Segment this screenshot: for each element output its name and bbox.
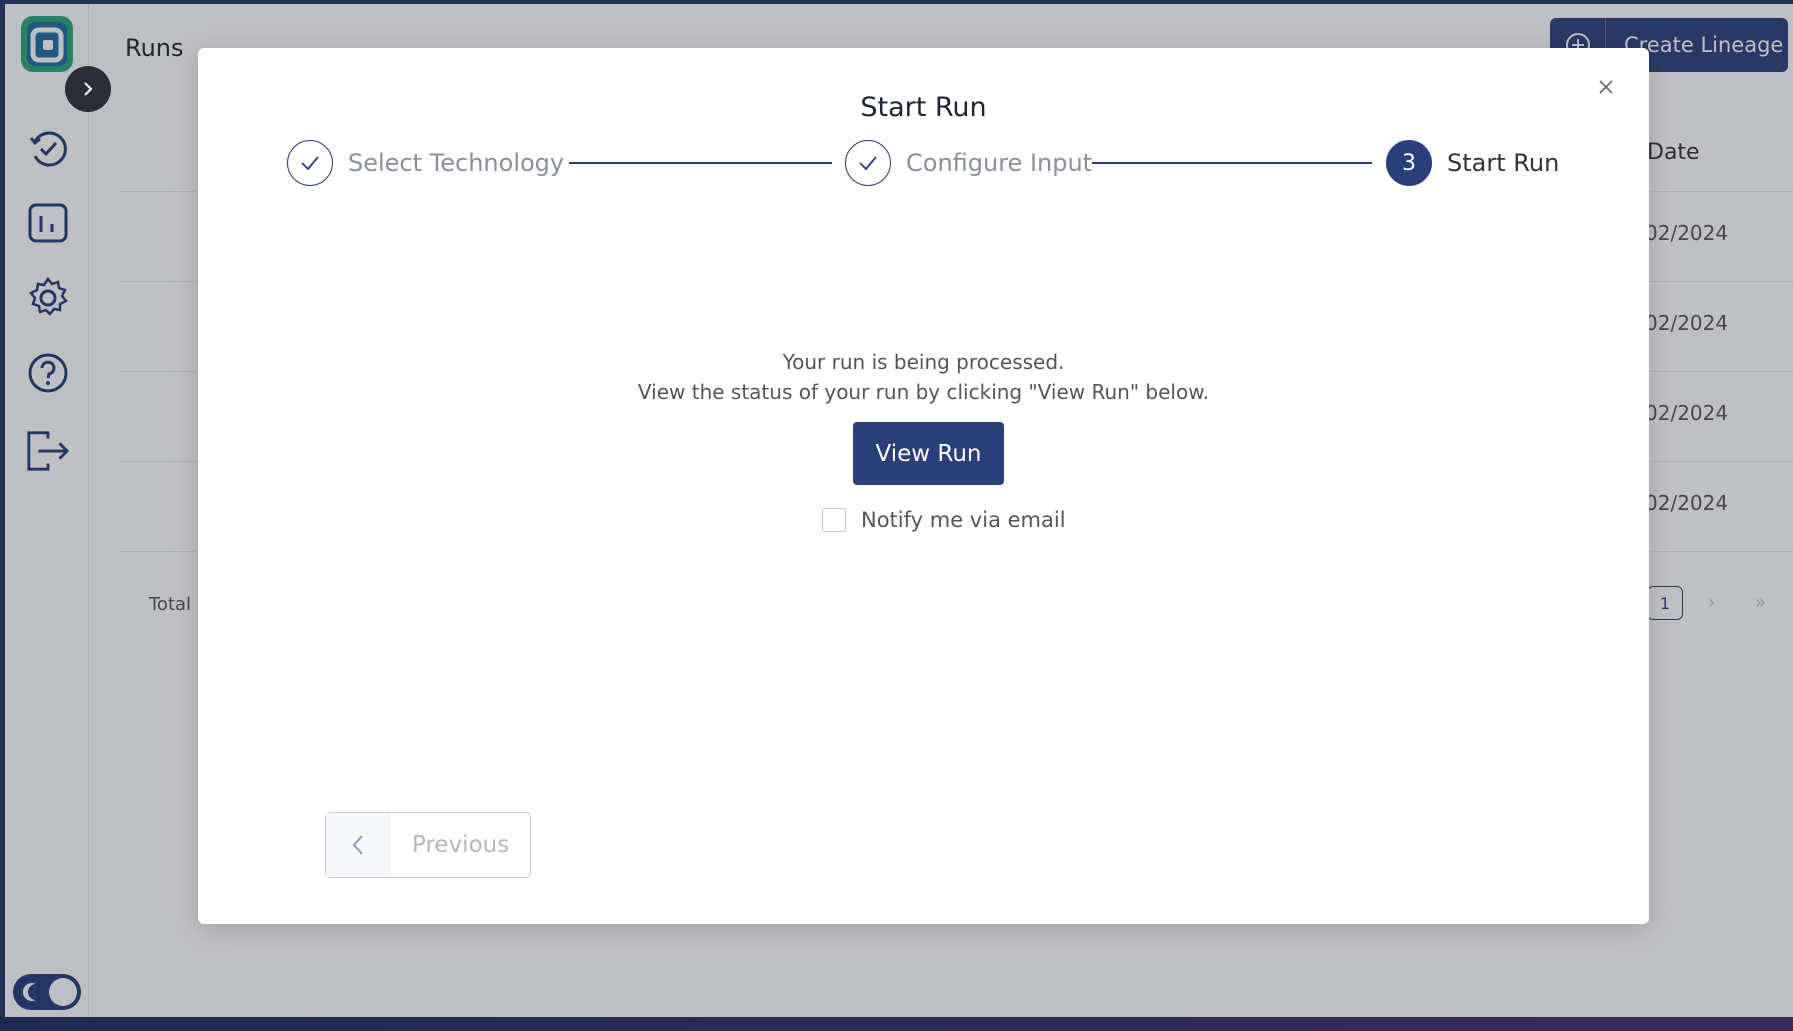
step-number: 3 <box>1386 140 1432 186</box>
modal-title: Start Run <box>860 92 987 123</box>
processing-message: Your run is being processed. <box>782 350 1065 374</box>
view-run-button[interactable]: View Run <box>853 422 1004 485</box>
chevron-left-icon <box>326 813 390 877</box>
chevron-right-icon <box>84 82 93 96</box>
expand-sidebar-button[interactable] <box>65 66 111 112</box>
step-label: Start Run <box>1447 149 1560 177</box>
step-start-run: 3 Start Run <box>1386 140 1559 186</box>
step-label: Select Technology <box>348 149 565 177</box>
step-configure-input: Configure Input <box>845 140 1092 186</box>
step-complete-check-icon <box>287 140 333 186</box>
app-window: Runs Create Lineage Date 02/2024 02/2024… <box>5 4 1793 1017</box>
notify-email-label[interactable]: Notify me via email <box>861 508 1066 532</box>
start-run-modal: Start Run Select Technology Configure In… <box>198 48 1649 924</box>
step-connector <box>1092 162 1372 164</box>
step-complete-check-icon <box>845 140 891 186</box>
notify-email-checkbox[interactable] <box>822 508 846 532</box>
status-instructions: View the status of your run by clicking … <box>637 380 1210 404</box>
window-bottom-border <box>0 1017 1793 1031</box>
step-label: Configure Input <box>906 149 1093 177</box>
previous-label: Previous <box>412 832 510 858</box>
notify-email-option[interactable]: Notify me via email <box>822 508 1066 532</box>
previous-button[interactable]: Previous <box>325 812 531 878</box>
step-select-technology: Select Technology <box>287 140 564 186</box>
step-connector <box>569 162 832 164</box>
